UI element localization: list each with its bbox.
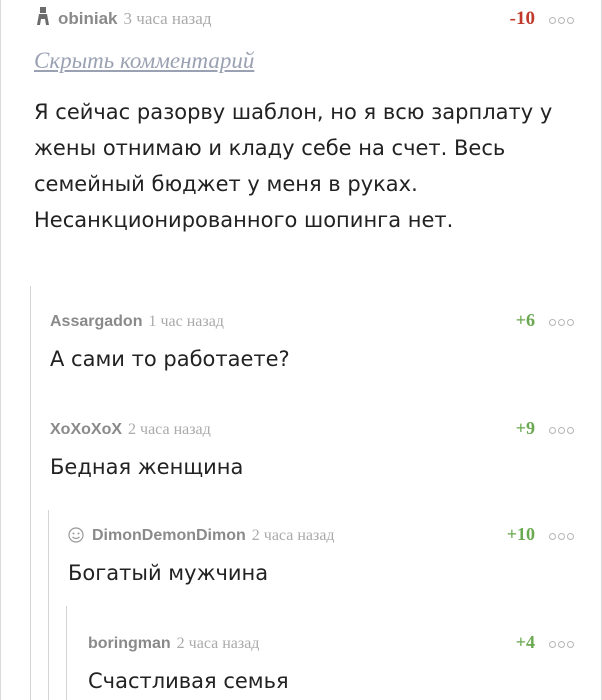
comment-time[interactable]: 1 час назад — [148, 313, 223, 331]
comment-text: Бедная женщина — [50, 455, 244, 479]
hide-comment-link[interactable]: Скрыть комментарий — [34, 48, 254, 74]
more-options-icon[interactable] — [549, 533, 574, 540]
comment-author[interactable]: DimonDemonDimon — [92, 527, 246, 545]
left-border — [0, 0, 1, 700]
comment-rating: +6 — [515, 310, 535, 330]
thread-line-level-3 — [66, 606, 67, 700]
smiley-icon[interactable] — [68, 527, 84, 543]
comment-rating: -10 — [509, 8, 535, 29]
comment-rating: +4 — [515, 632, 535, 652]
more-options-icon[interactable] — [549, 427, 574, 434]
reply-comment: boringman 2 часа назад +4 Счастливая сем… — [88, 632, 574, 698]
comment-rating: +10 — [506, 524, 535, 544]
more-options-icon[interactable] — [549, 17, 574, 24]
comment-text: Богатый мужчина — [68, 561, 269, 585]
comment-rating: +9 — [515, 418, 535, 438]
thread-line-level-2 — [48, 510, 49, 700]
comment-text: А сами то работаете? — [50, 347, 290, 371]
more-options-icon[interactable] — [549, 319, 574, 326]
comment-text: Счастливая семья — [88, 669, 289, 693]
reply-comment: XoXoXoX 2 часа назад +9 Бедная женщина — [50, 418, 574, 484]
root-comment: obiniak 3 часа назад -10 — [34, 4, 574, 34]
avatar-icon[interactable] — [34, 6, 52, 26]
comment-author[interactable]: obiniak — [58, 9, 118, 29]
comment-time[interactable]: 2 часа назад — [252, 527, 335, 545]
comment-time[interactable]: 2 часа назад — [128, 421, 211, 439]
comment-author[interactable]: boringman — [88, 635, 171, 653]
comment-time[interactable]: 2 часа назад — [177, 635, 260, 653]
reply-comment: Assargadon 1 час назад +6 А сами то рабо… — [50, 310, 574, 376]
thread-line-level-1 — [30, 286, 31, 700]
comment-text: Я сейчас разорву шаблон, но я всю зарпла… — [34, 100, 553, 232]
more-options-icon[interactable] — [549, 641, 574, 648]
comment-author[interactable]: Assargadon — [50, 313, 142, 331]
reply-comment: DimonDemonDimon 2 часа назад +10 Богатый… — [68, 524, 574, 590]
comment-author[interactable]: XoXoXoX — [50, 421, 122, 439]
comment-time[interactable]: 3 часа назад — [124, 9, 212, 29]
